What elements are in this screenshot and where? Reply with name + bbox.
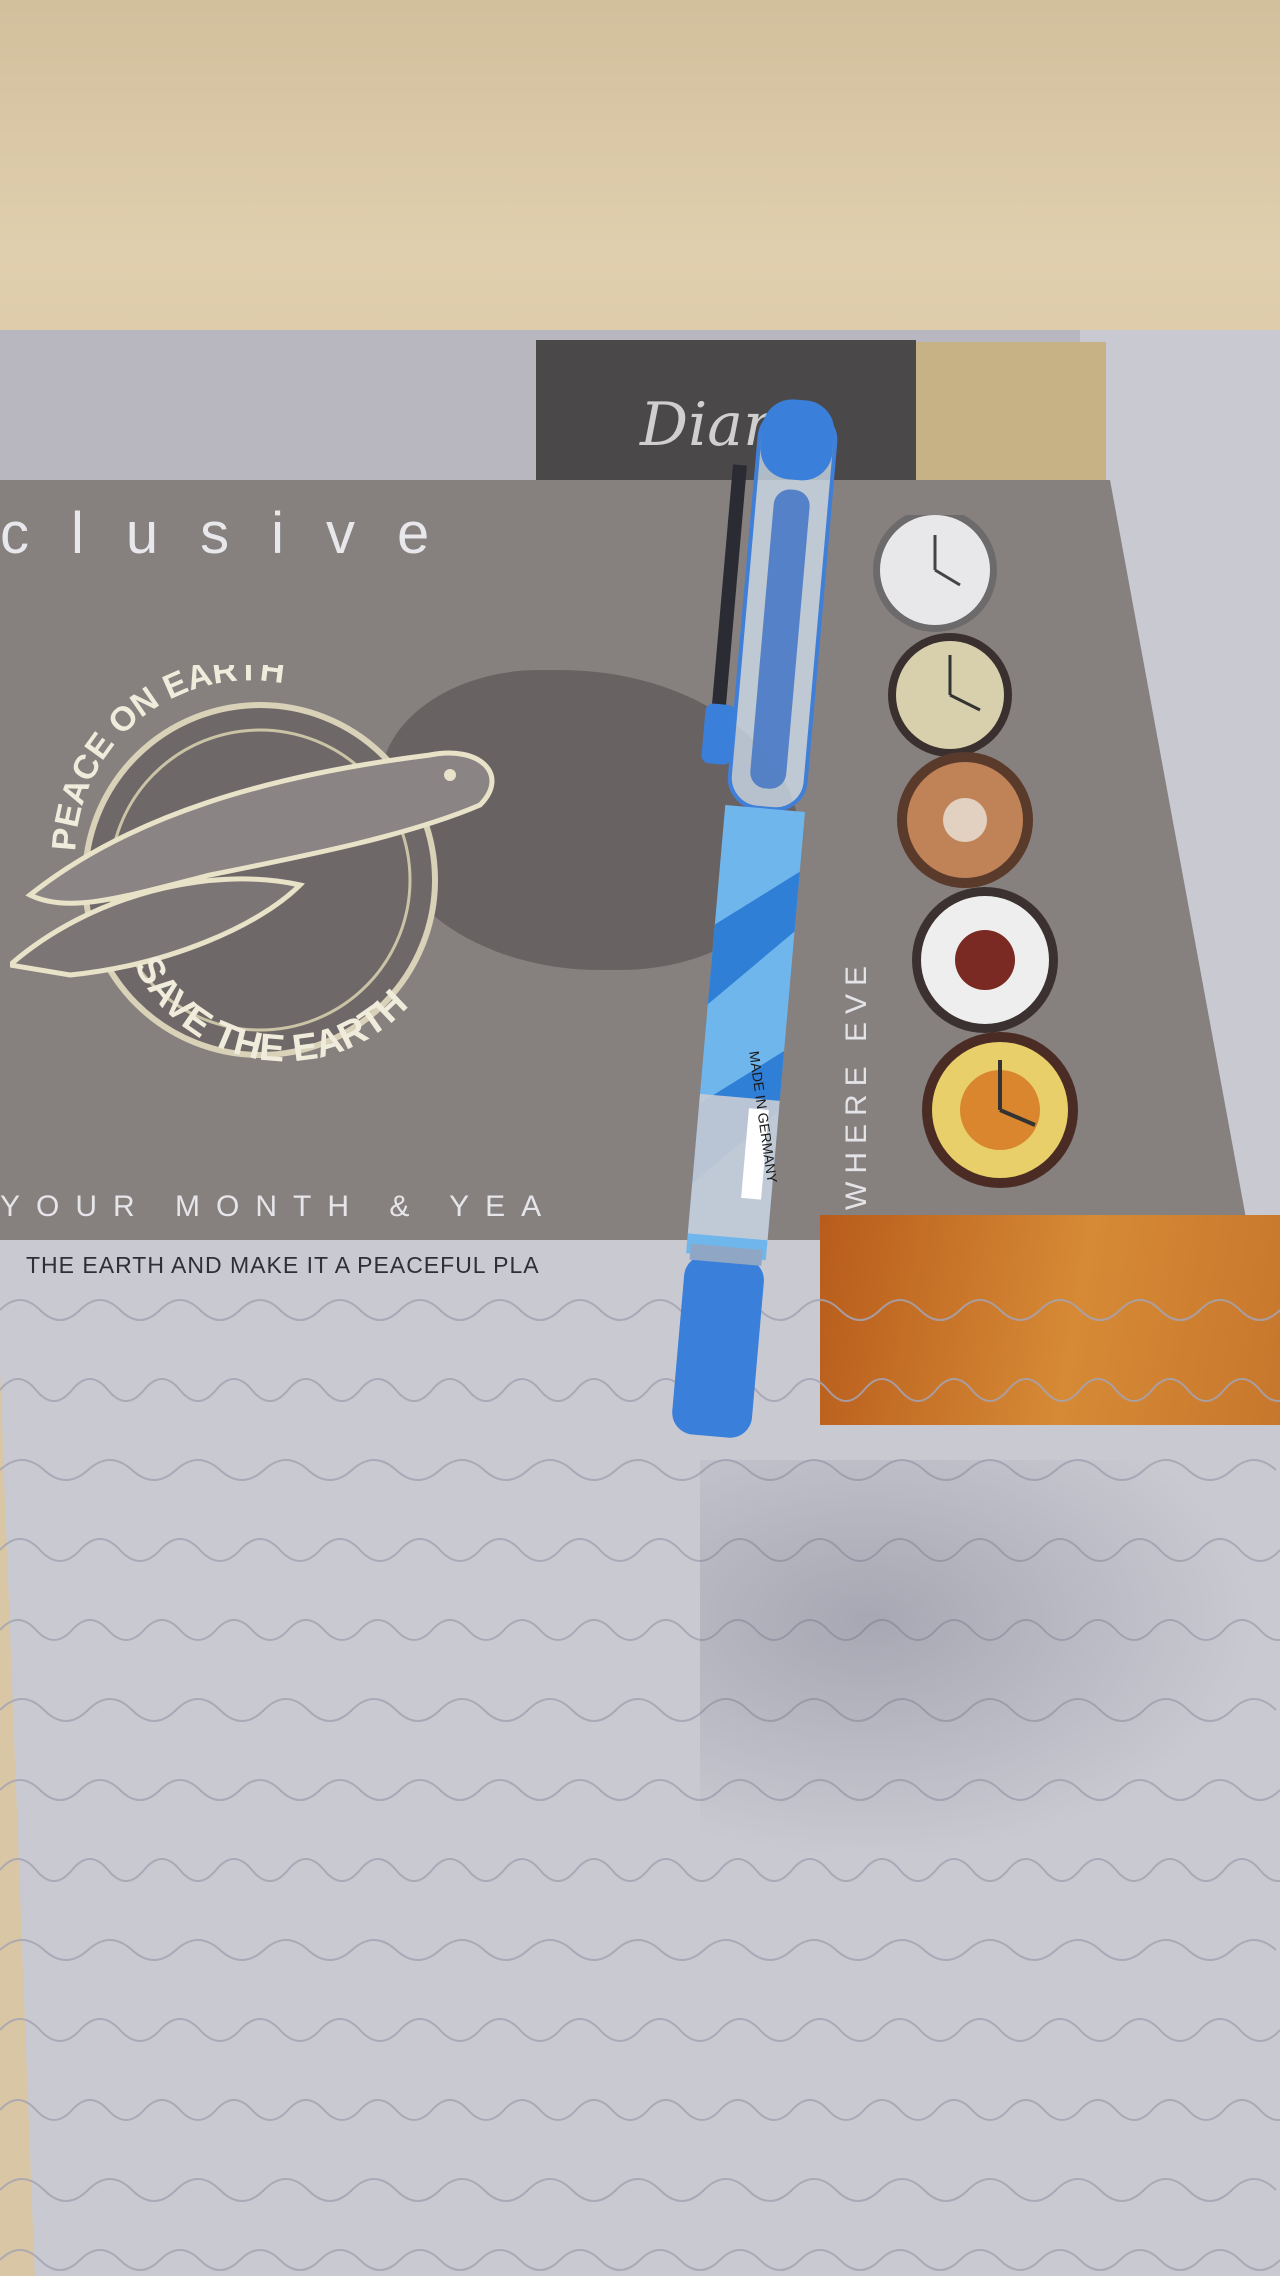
photo-scene: Diar clusive PEACE ON EARTH SAVE THE EAR… <box>0 0 1280 2276</box>
ballpoint-pen <box>672 399 838 1438</box>
